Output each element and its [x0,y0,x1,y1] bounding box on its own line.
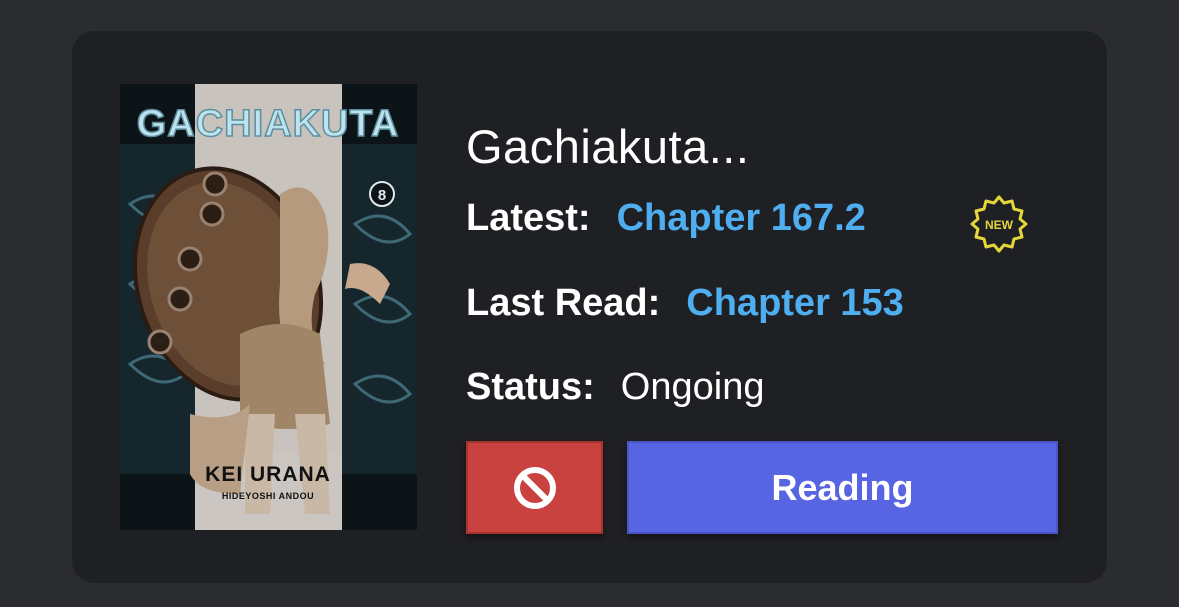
reading-button[interactable]: Reading [627,441,1058,534]
last-read-chapter-link[interactable]: Chapter 153 [686,282,904,325]
status-label: Status: [466,366,595,408]
manga-info: Gachiakuta... Latest: Chapter 167.2 NEW … [466,31,1107,583]
latest-row: Latest: Chapter 167.2 [466,197,866,240]
cover-logo: GACHIAKUTA [137,103,400,145]
status-value: Ongoing [620,366,765,408]
latest-label: Latest: [466,197,591,239]
cover-volume: 8 [378,187,386,204]
manga-title[interactable]: Gachiakuta... [466,119,749,174]
cover-author: KEI URANA [205,463,331,486]
manga-card: GACHIAKUTA 8 KEI URANA HIDEYOSHI ANDOU G [72,31,1107,583]
last-read-label: Last Read: [466,282,661,324]
new-badge-text: NEW [985,218,1014,232]
last-read-row: Last Read: Chapter 153 [466,282,904,325]
block-icon [513,466,556,509]
status-row: Status: Ongoing [466,366,764,409]
cover-image[interactable]: GACHIAKUTA 8 KEI URANA HIDEYOSHI ANDOU [120,84,417,530]
new-badge-icon: NEW [970,195,1028,253]
latest-chapter-link[interactable]: Chapter 167.2 [617,197,866,240]
block-button[interactable] [466,441,603,534]
cover-art: GACHIAKUTA 8 KEI URANA HIDEYOSHI ANDOU [120,84,417,530]
cover-credit: HIDEYOSHI ANDOU [222,491,314,501]
